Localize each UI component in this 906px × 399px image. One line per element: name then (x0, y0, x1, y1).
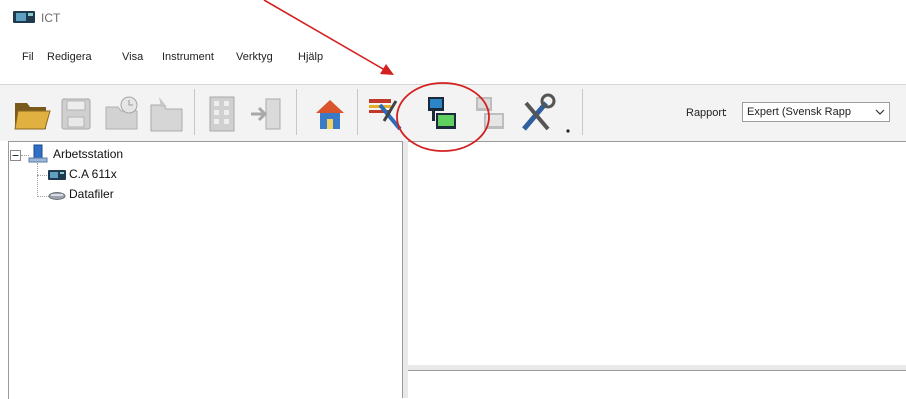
datafiles-icon (48, 192, 66, 200)
recent-folder-icon[interactable] (102, 91, 142, 135)
window-title: ICT (41, 11, 61, 25)
report-select[interactable]: Expert (Svensk Rapp (742, 102, 890, 122)
connect-instrument-icon[interactable] (422, 91, 462, 135)
toolbar-separator (194, 89, 195, 135)
collapse-icon[interactable] (10, 150, 21, 161)
toolbar-separator (357, 89, 358, 135)
report-label: Rapport (686, 107, 726, 119)
bottom-pane (408, 371, 906, 398)
instrument-icon (48, 170, 66, 180)
toolbar-separator (582, 89, 583, 135)
instrument-icon (13, 11, 35, 23)
workstation-icon (28, 144, 48, 163)
open-folder-icon[interactable] (12, 91, 52, 135)
menu-instrument[interactable]: Instrument (162, 51, 214, 63)
menu-visa[interactable]: Visa (122, 51, 143, 63)
home-icon[interactable] (310, 91, 350, 135)
menu-redigera[interactable]: Redigera (47, 51, 92, 63)
tree-item-datafiler[interactable]: Datafiler (69, 187, 114, 201)
save-icon[interactable] (56, 91, 96, 135)
disconnect-instrument-icon[interactable] (470, 91, 510, 135)
menu-hjalp[interactable]: Hjälp (298, 51, 323, 63)
report-select-value: Expert (Svensk Rapp (747, 106, 851, 118)
menu-verktyg[interactable]: Verktyg (236, 51, 273, 63)
report-colon: : (724, 107, 728, 119)
menu-bar: Fil Redigera Visa Instrument Verktyg Hjä… (0, 46, 906, 68)
menu-fil[interactable]: Fil (22, 51, 34, 63)
tree-item-arbetsstation[interactable]: Arbetsstation (53, 147, 123, 161)
chevron-down-icon (875, 109, 885, 115)
building-icon[interactable] (202, 91, 242, 135)
tools-icon[interactable] (516, 91, 576, 135)
title-bar: ICT (0, 0, 906, 38)
detail-pane (408, 141, 906, 366)
import-icon[interactable] (246, 91, 286, 135)
toolbar-separator (296, 89, 297, 135)
folder-icon[interactable] (147, 91, 187, 135)
tree-line (37, 163, 38, 197)
toolbar: Rapport : Expert (Svensk Rapp (0, 84, 906, 141)
tree-pane: Arbetsstation C.A 611x Datafiler (8, 141, 403, 399)
configure-instrument-icon[interactable] (366, 91, 406, 135)
tree-item-ca-611x[interactable]: C.A 611x (69, 167, 117, 181)
